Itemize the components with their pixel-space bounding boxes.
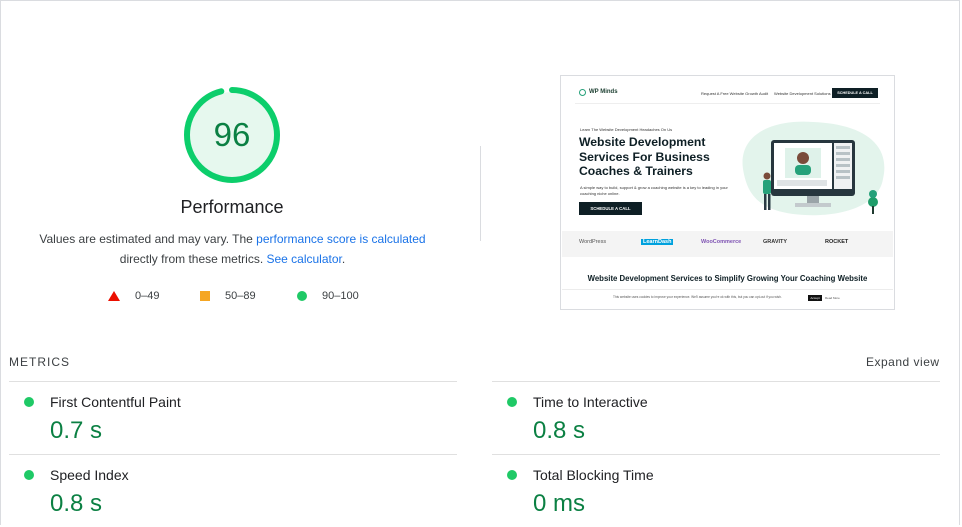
thumb-cookie-text: This website uses cookies to improve you… [613, 295, 782, 299]
legend-average-label: 50–89 [225, 290, 256, 302]
green-circle-icon [507, 397, 517, 407]
metric-value: 0.7 s [50, 417, 103, 444]
legend-pass: 90–100 [296, 287, 386, 305]
metrics-heading: METRICS [9, 355, 70, 369]
metric-total-blocking-time: Total Blocking Time 0 ms [492, 454, 940, 527]
thumb-logo: WP Minds [589, 89, 618, 95]
thumb-headline: Website Development Services For Busines… [579, 135, 710, 178]
description-text: Values are estimated and may vary. The [39, 232, 257, 246]
thumb-section-title: Website Development Services to Simplify… [587, 274, 868, 283]
metric-first-contentful-paint: First Contentful Paint 0.7 s [9, 381, 457, 454]
thumb-subtext: A simple way to build, support & grow a … [580, 185, 728, 196]
expand-view-toggle[interactable]: Expand view [866, 355, 940, 369]
metric-speed-index: Speed Index 0.8 s [9, 454, 457, 527]
legend-fail: 0–49 [108, 287, 178, 305]
metric-value: 0 ms [533, 490, 586, 517]
thumb-accept-button: Accept [808, 295, 822, 301]
thumb-button: SCHEDULE A CALL [579, 202, 642, 215]
metric-value: 0.8 s [50, 490, 103, 517]
green-circle-icon [297, 291, 307, 301]
thumb-divider-2 [562, 289, 893, 290]
metric-label: First Contentful Paint [50, 394, 181, 410]
thumb-brand-gravity: GRAVITY [763, 239, 788, 245]
thumb-brand-learndash: LearnDash [641, 239, 674, 245]
thumb-eyebrow: Learn The Website Development Headaches … [580, 127, 673, 132]
description-text-2: directly from these metrics. [119, 252, 267, 266]
score-calculated-link[interactable]: performance score is calculated [256, 232, 425, 246]
green-circle-icon [24, 397, 34, 407]
red-triangle-icon [108, 291, 120, 301]
legend-fail-label: 0–49 [135, 290, 160, 302]
section-divider [480, 146, 481, 241]
thumb-brand-rocket: ROCKET [825, 239, 849, 245]
performance-title: Performance [180, 197, 284, 217]
thumb-nav-item: Website Development Solutions [774, 91, 831, 96]
metric-label: Total Blocking Time [533, 467, 654, 483]
performance-gauge: 96 [183, 86, 281, 184]
hero-illustration [742, 121, 885, 216]
thumb-brand-woocommerce: WooCommerce [701, 239, 742, 245]
thumb-nav-item: Request A Free Website Growth Audit [701, 91, 769, 96]
score-description: Values are estimated and may vary. The p… [30, 229, 435, 269]
thumb-brand-wordpress: WordPress [579, 239, 607, 245]
see-calculator-link[interactable]: See calculator [266, 252, 341, 266]
description-period: . [341, 252, 346, 266]
legend-average: 50–89 [199, 287, 279, 305]
page-screenshot-thumbnail: WP Minds Request A Free Website Growth A… [560, 75, 895, 310]
metric-label: Time to Interactive [533, 394, 648, 410]
metric-time-to-interactive: Time to Interactive 0.8 s [492, 381, 940, 454]
wpminds-logo-icon [579, 89, 586, 96]
orange-square-icon [200, 291, 210, 301]
thumb-read-more: Read More [825, 296, 840, 300]
metric-value: 0.8 s [533, 417, 586, 444]
metric-label: Speed Index [50, 467, 129, 483]
thumb-cta: SCHEDULE A CALL [832, 88, 878, 98]
thumb-divider [575, 103, 880, 104]
green-circle-icon [507, 470, 517, 480]
performance-score: 96 [213, 116, 251, 153]
green-circle-icon [24, 470, 34, 480]
legend-pass-label: 90–100 [322, 290, 359, 302]
